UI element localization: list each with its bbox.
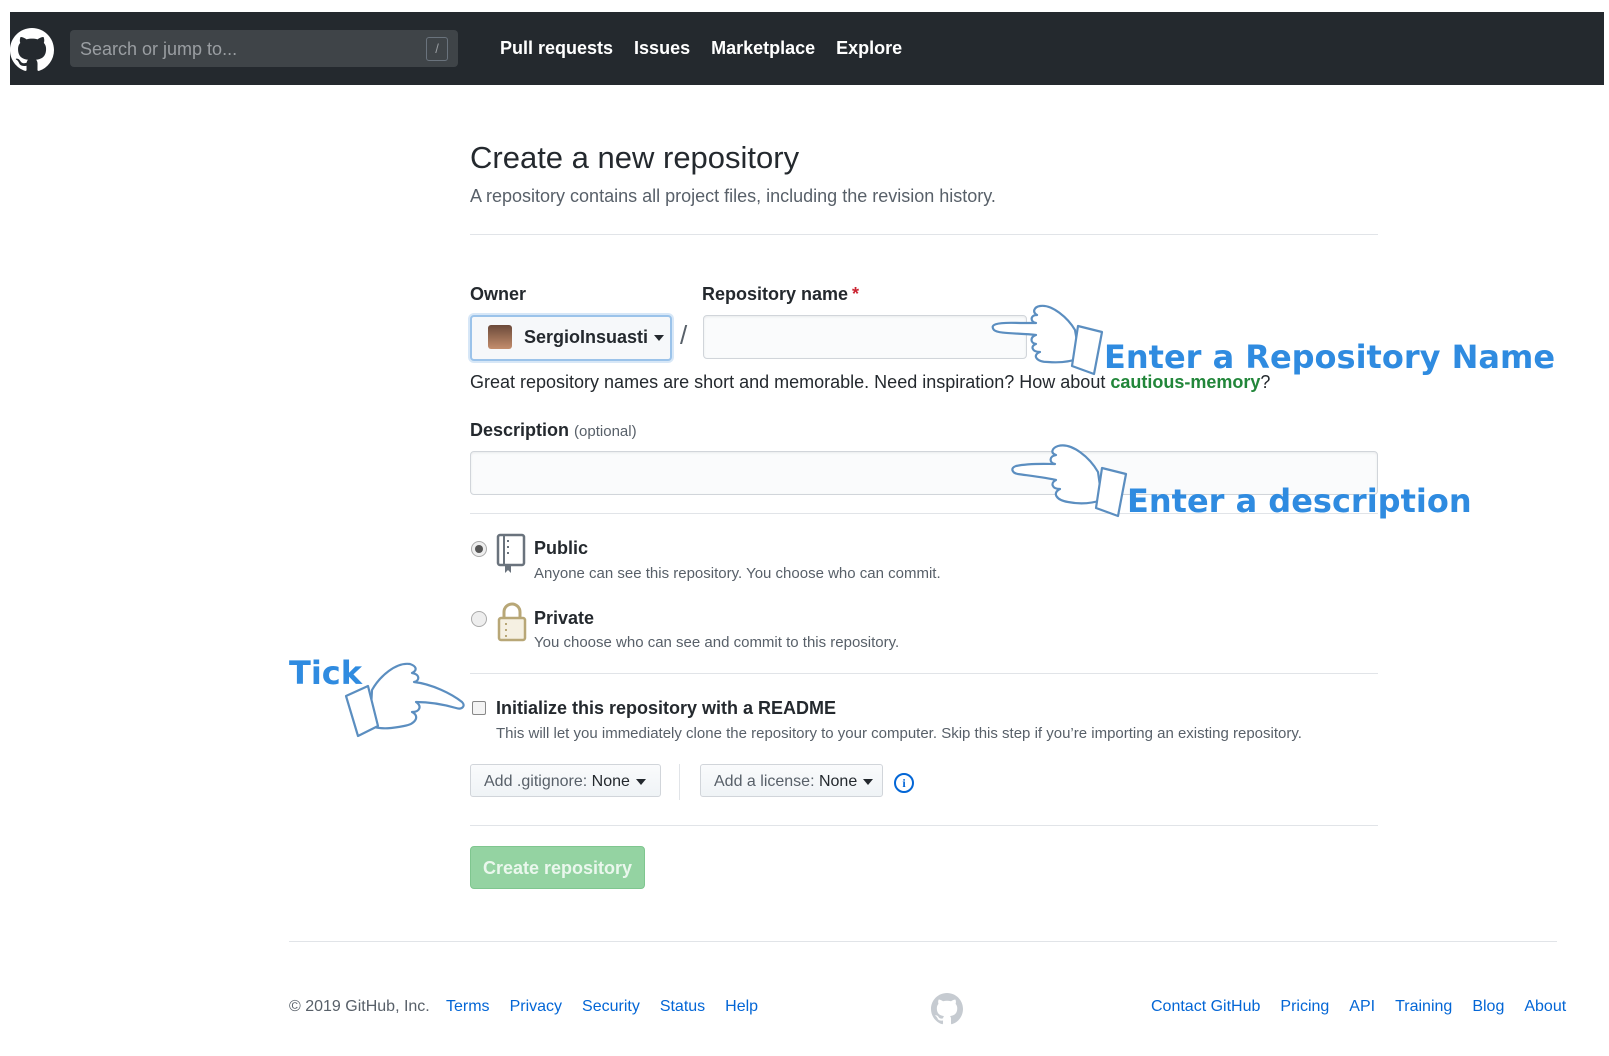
- owner-select-button[interactable]: SergioInsuasti: [470, 315, 672, 361]
- footer-link-training[interactable]: Training: [1395, 998, 1452, 1016]
- footer-link-blog[interactable]: Blog: [1472, 998, 1504, 1016]
- divider: [470, 825, 1378, 826]
- owner-label: Owner: [470, 284, 527, 304]
- license-label: Add a license:: [714, 773, 815, 790]
- repo-name-label: Repository name *: [702, 284, 859, 305]
- chevron-down-icon: [863, 778, 874, 785]
- readme-desc: This will let you immediately clone the …: [496, 725, 1302, 742]
- search-input[interactable]: Search or jump to... /: [70, 30, 458, 67]
- divider: [470, 234, 1378, 235]
- footer-right-links: Contact GitHub Pricing API Training Blog…: [1151, 998, 1566, 1016]
- pointing-hand-icon: [1011, 444, 1128, 518]
- footer-divider: [289, 941, 1557, 942]
- info-icon[interactable]: i: [894, 773, 914, 793]
- optional-tag: (optional): [574, 423, 637, 440]
- github-logo-icon[interactable]: [10, 28, 54, 72]
- private-title: Private: [534, 608, 595, 628]
- footer-link-help[interactable]: Help: [725, 998, 758, 1016]
- repo-name-input[interactable]: [703, 315, 1027, 359]
- nav-explore[interactable]: Explore: [836, 38, 902, 59]
- nav-marketplace[interactable]: Marketplace: [711, 38, 815, 59]
- gitignore-select-button[interactable]: Add .gitignore: None: [470, 764, 661, 797]
- lock-icon: [497, 602, 527, 642]
- footer-link-terms[interactable]: Terms: [446, 998, 490, 1016]
- owner-name-text: SergioInsuasti: [524, 327, 649, 347]
- public-radio[interactable]: [471, 541, 487, 557]
- page-subtitle: A repository contains all project files,…: [470, 186, 996, 206]
- divider: [470, 673, 1378, 674]
- nav-issues[interactable]: Issues: [634, 38, 690, 59]
- search-shortcut-key: /: [426, 37, 448, 61]
- pointing-hand-icon: [991, 304, 1104, 376]
- repo-name-label-text: Repository name: [702, 284, 849, 304]
- annotation-description: Enter a description: [1127, 482, 1472, 520]
- description-label: Description (optional): [470, 420, 637, 441]
- main-nav: Pull requests Issues Marketplace Explore: [500, 38, 902, 59]
- private-radio[interactable]: [471, 611, 487, 627]
- create-repository-button[interactable]: Create repository: [470, 846, 645, 889]
- public-desc: Anyone can see this repository. You choo…: [534, 565, 941, 582]
- footer-link-contact[interactable]: Contact GitHub: [1151, 998, 1260, 1016]
- footer-copyright: © 2019 GitHub, Inc.: [289, 998, 430, 1015]
- owner-name: SergioInsuasti: [524, 327, 665, 348]
- footer-link-about[interactable]: About: [1524, 998, 1566, 1016]
- owner-repo-separator: /: [680, 320, 688, 350]
- nav-pull-requests[interactable]: Pull requests: [500, 38, 613, 59]
- footer-link-privacy[interactable]: Privacy: [510, 998, 562, 1016]
- private-desc: You choose who can see and commit to thi…: [534, 634, 900, 651]
- page-title: Create a new repository: [470, 140, 800, 175]
- pointing-hand-icon: [344, 662, 465, 738]
- footer-link-pricing[interactable]: Pricing: [1280, 998, 1329, 1016]
- footer-left-links: Terms Privacy Security Status Help: [446, 998, 758, 1016]
- required-mark: *: [852, 284, 860, 304]
- description-label-text: Description: [470, 420, 570, 440]
- footer-link-api[interactable]: API: [1349, 998, 1375, 1016]
- top-nav-bar: Search or jump to... / Pull requests Iss…: [10, 12, 1604, 85]
- github-logo-icon[interactable]: [931, 993, 963, 1025]
- chevron-down-icon: [654, 335, 665, 342]
- gitignore-value: None: [591, 773, 630, 790]
- footer-link-security[interactable]: Security: [582, 998, 640, 1016]
- avatar: [488, 325, 512, 349]
- annotation-repo-name: Enter a Repository Name: [1104, 338, 1556, 376]
- gitignore-label: Add .gitignore:: [484, 773, 588, 790]
- readme-checkbox[interactable]: [472, 701, 486, 715]
- chevron-down-icon: [635, 778, 646, 785]
- footer-link-status[interactable]: Status: [660, 998, 705, 1016]
- repo-book-icon: [496, 533, 526, 573]
- license-select-button[interactable]: Add a license: None: [700, 764, 883, 797]
- public-title: Public: [534, 538, 589, 558]
- readme-title[interactable]: Initialize this repository with a README: [496, 698, 836, 719]
- search-placeholder: Search or jump to...: [80, 39, 238, 59]
- select-separator: [679, 764, 680, 800]
- license-value: None: [818, 773, 858, 790]
